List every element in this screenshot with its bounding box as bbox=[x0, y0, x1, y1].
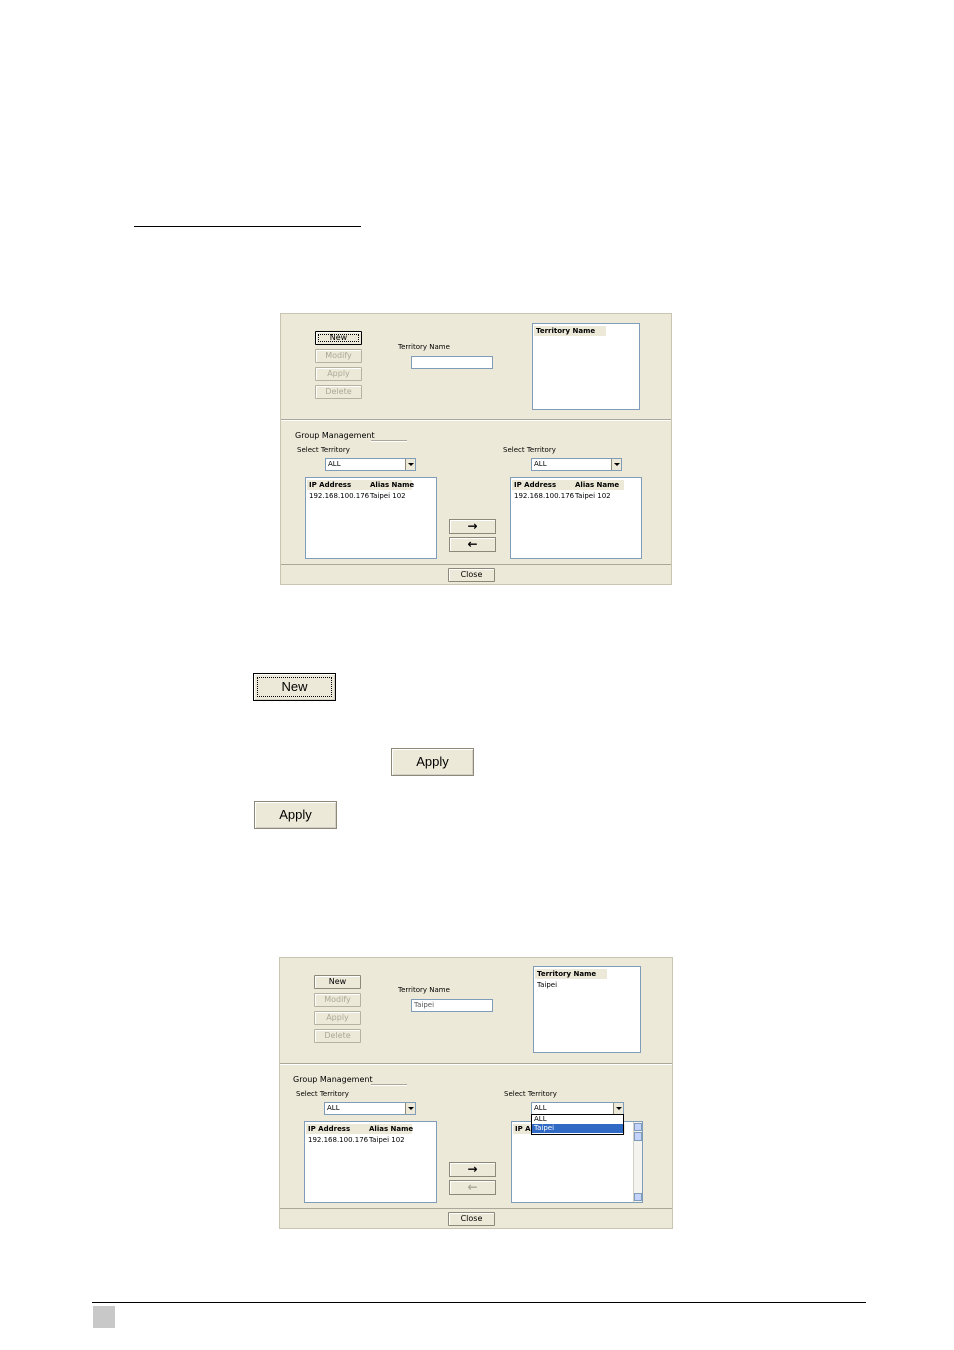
scroll-up-icon[interactable] bbox=[634, 1123, 642, 1131]
list-item[interactable]: 192.168.100.176 Taipei 102 bbox=[512, 491, 640, 501]
alias-name-column: Alias Name bbox=[369, 1125, 414, 1133]
territory-name-input[interactable] bbox=[411, 356, 493, 369]
right-list-header: IP Address Alias Name bbox=[512, 480, 624, 490]
chevron-down-icon[interactable] bbox=[405, 1103, 415, 1114]
left-territory-select[interactable]: ALL bbox=[325, 458, 416, 471]
ip-address-column: IP Address bbox=[308, 1125, 351, 1133]
right-territory-select-value: ALL bbox=[534, 1104, 547, 1112]
alias-name-cell: Taipei 102 bbox=[575, 492, 611, 500]
left-device-list[interactable]: IP Address Alias Name 192.168.100.176 Ta… bbox=[304, 1121, 437, 1203]
chevron-down-icon[interactable] bbox=[613, 1103, 623, 1114]
territory-name-label: Territory Name bbox=[398, 986, 450, 994]
new-button[interactable]: New bbox=[314, 975, 361, 989]
alias-name-column: Alias Name bbox=[370, 481, 415, 489]
scroll-down-icon[interactable] bbox=[634, 1193, 642, 1201]
territory-dialog-after-apply: New Modify Apply Delete Territory Name T… bbox=[279, 957, 673, 1229]
chevron-down-icon[interactable] bbox=[611, 459, 621, 470]
territory-name-input[interactable]: Taipei bbox=[411, 999, 493, 1012]
apply-button-callout[interactable]: Apply bbox=[254, 801, 337, 829]
ip-address-column: IP Address bbox=[309, 481, 352, 489]
apply-button[interactable]: Apply bbox=[314, 1011, 361, 1025]
left-list-header: IP Address Alias Name bbox=[307, 480, 415, 490]
left-device-list[interactable]: IP Address Alias Name 192.168.100.176 Ta… bbox=[305, 477, 437, 559]
dropdown-option-all[interactable]: ALL bbox=[532, 1115, 623, 1124]
left-territory-select-value: ALL bbox=[328, 460, 341, 468]
alias-name-cell: Taipei 102 bbox=[370, 492, 406, 500]
new-button-callout[interactable]: New bbox=[253, 673, 336, 701]
group-management-label: Group Management bbox=[295, 431, 375, 440]
right-device-list[interactable]: IP Address Alias Name 192.168.100.176 Ta… bbox=[510, 477, 642, 559]
apply-button[interactable]: Apply bbox=[315, 367, 362, 381]
move-left-button[interactable]: ← bbox=[449, 1180, 496, 1195]
modify-button[interactable]: Modify bbox=[315, 349, 362, 363]
list-item[interactable]: 192.168.100.176 Taipei 102 bbox=[306, 1135, 435, 1145]
right-territory-dropdown[interactable]: ALL Taipei bbox=[531, 1114, 624, 1135]
delete-button[interactable]: Delete bbox=[314, 1029, 361, 1043]
ip-address-cell: 192.168.100.176 bbox=[308, 1136, 369, 1144]
territory-list-item[interactable]: Taipei bbox=[537, 980, 557, 990]
close-button[interactable]: Close bbox=[448, 568, 495, 582]
move-right-button[interactable]: → bbox=[449, 1162, 496, 1177]
group-management-label: Group Management bbox=[293, 1075, 373, 1084]
alias-name-cell: Taipei 102 bbox=[369, 1136, 405, 1144]
section-separator bbox=[280, 1063, 672, 1065]
left-territory-select-value: ALL bbox=[327, 1104, 340, 1112]
dialog-bottom-bar: Close bbox=[280, 1208, 672, 1228]
territory-list-header: Territory Name bbox=[535, 969, 607, 979]
right-select-territory-label: Select Territory bbox=[503, 446, 556, 454]
chevron-down-icon[interactable] bbox=[405, 459, 415, 470]
ip-address-cell: 192.168.100.176 bbox=[514, 492, 575, 500]
arrow-left-icon: ← bbox=[467, 1180, 478, 1194]
modify-button[interactable]: Modify bbox=[314, 993, 361, 1007]
close-button[interactable]: Close bbox=[448, 1212, 495, 1226]
section-heading-underline bbox=[134, 226, 361, 227]
new-button[interactable]: New bbox=[315, 331, 362, 345]
left-select-territory-label: Select Territory bbox=[296, 1090, 349, 1098]
right-territory-select[interactable]: ALL bbox=[531, 458, 622, 471]
right-list-scrollbar[interactable] bbox=[633, 1122, 642, 1202]
left-territory-select[interactable]: ALL bbox=[324, 1102, 416, 1115]
dialog-bottom-bar: Close bbox=[281, 564, 671, 584]
territory-list[interactable]: Territory Name Taipei bbox=[533, 966, 641, 1053]
territory-dialog-initial: New Modify Apply Delete Territory Name T… bbox=[280, 313, 672, 585]
page-number-badge bbox=[93, 1306, 115, 1328]
arrow-right-icon: → bbox=[467, 519, 478, 533]
group-management-line bbox=[371, 1084, 407, 1086]
right-territory-select-value: ALL bbox=[534, 460, 547, 468]
arrow-right-icon: → bbox=[467, 1162, 478, 1176]
alias-name-column: Alias Name bbox=[575, 481, 620, 489]
territory-list-header: Territory Name bbox=[534, 326, 606, 336]
left-select-territory-label: Select Territory bbox=[297, 446, 350, 454]
ip-address-column: IP Address bbox=[514, 481, 557, 489]
list-item[interactable]: 192.168.100.176 Taipei 102 bbox=[307, 491, 435, 501]
section-separator bbox=[281, 419, 671, 421]
territory-list[interactable]: Territory Name bbox=[532, 323, 640, 410]
apply-button-callout-inline[interactable]: Apply bbox=[391, 748, 474, 776]
footer-rule bbox=[92, 1302, 866, 1303]
arrow-left-icon: ← bbox=[467, 537, 478, 551]
scroll-thumb[interactable] bbox=[634, 1132, 642, 1141]
move-left-button[interactable]: ← bbox=[449, 537, 496, 552]
group-management-line bbox=[371, 440, 407, 442]
right-select-territory-label: Select Territory bbox=[504, 1090, 557, 1098]
left-list-header: IP Address Alias Name bbox=[306, 1124, 414, 1134]
territory-name-label: Territory Name bbox=[398, 343, 450, 351]
dropdown-option-taipei[interactable]: Taipei bbox=[532, 1124, 623, 1133]
move-right-button[interactable]: → bbox=[449, 519, 496, 534]
ip-address-cell: 192.168.100.176 bbox=[309, 492, 370, 500]
delete-button[interactable]: Delete bbox=[315, 385, 362, 399]
